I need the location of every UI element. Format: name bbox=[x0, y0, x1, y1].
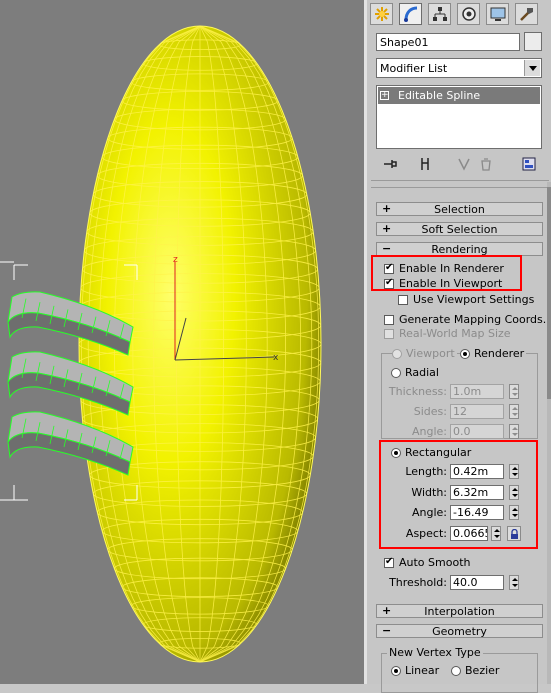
radial-angle-spinner bbox=[509, 424, 519, 439]
hierarchy-icon bbox=[432, 7, 447, 21]
thickness-field: 1.0m bbox=[450, 384, 504, 399]
stack-item-editable-spline[interactable]: + Editable Spline bbox=[378, 87, 540, 104]
checkbox-box[interactable] bbox=[398, 294, 408, 305]
motion-tab[interactable] bbox=[457, 3, 480, 25]
radial-radio[interactable]: Radial bbox=[391, 366, 439, 379]
remove-modifier-icon bbox=[481, 158, 491, 171]
rollout-sign: + bbox=[382, 222, 392, 235]
radio-label: Renderer bbox=[474, 347, 525, 360]
show-end-result-button[interactable] bbox=[415, 154, 435, 174]
radio-label: Linear bbox=[405, 664, 440, 677]
pin-stack-icon bbox=[384, 160, 397, 168]
radio-dot[interactable] bbox=[460, 348, 470, 359]
display-icon bbox=[490, 7, 505, 21]
show-end-result-icon bbox=[421, 158, 429, 170]
axis-z-label: z bbox=[173, 255, 178, 265]
hierarchy-tab[interactable] bbox=[428, 3, 451, 25]
spline-steps bbox=[7, 291, 134, 476]
object-color-swatch[interactable] bbox=[524, 32, 542, 51]
chevron-down-icon bbox=[524, 60, 540, 76]
rollout-title: Geometry bbox=[432, 624, 487, 638]
rollout-sign: + bbox=[382, 604, 392, 617]
create-tab[interactable] bbox=[370, 3, 393, 25]
rollout-sign: − bbox=[382, 242, 392, 255]
remove-modifier-button[interactable] bbox=[476, 154, 496, 174]
auto-smooth-checkbox[interactable]: Auto Smooth bbox=[384, 556, 470, 569]
scene-render: z x bbox=[0, 25, 322, 663]
modify-tab[interactable] bbox=[399, 3, 422, 25]
viewport-radio: Viewport bbox=[392, 347, 457, 360]
generate-mapping-coords-checkbox[interactable]: Generate Mapping Coords. bbox=[384, 313, 546, 326]
sides-label: Sides: bbox=[413, 405, 447, 418]
pin-stack-button[interactable] bbox=[380, 154, 400, 174]
real-world-map-size-checkbox: Real-World Map Size bbox=[384, 327, 511, 340]
checkbox-box bbox=[384, 328, 394, 339]
checkbox-box[interactable] bbox=[384, 557, 394, 568]
make-unique-icon bbox=[458, 158, 470, 171]
checkbox-label: Generate Mapping Coords. bbox=[399, 313, 547, 326]
threshold-label: Threshold: bbox=[389, 576, 447, 589]
create-icon bbox=[374, 7, 389, 21]
object-name-field[interactable]: Shape01 bbox=[376, 33, 520, 51]
renderer-radio[interactable]: Renderer bbox=[460, 347, 527, 360]
rollout-interpolation[interactable]: + Interpolation bbox=[376, 604, 543, 618]
stack-item-label: Editable Spline bbox=[398, 89, 481, 102]
panel-separator bbox=[371, 180, 549, 181]
panel-scrollbar-thumb[interactable] bbox=[547, 187, 551, 399]
motion-icon bbox=[461, 7, 476, 21]
modifier-list-dropdown[interactable]: Modifier List bbox=[376, 58, 542, 78]
command-panel-tabs bbox=[367, 0, 551, 28]
make-unique-button[interactable] bbox=[454, 154, 474, 174]
rollout-title: Soft Selection bbox=[421, 222, 498, 236]
radio-label: Bezier bbox=[465, 664, 500, 677]
perspective-viewport[interactable]: z x bbox=[0, 0, 364, 684]
sides-field: 12 bbox=[450, 404, 504, 419]
configure-modifier-sets-button[interactable] bbox=[519, 154, 539, 174]
display-tab[interactable] bbox=[486, 3, 509, 25]
thickness-label: Thickness: bbox=[388, 385, 447, 398]
threshold-field[interactable]: 40.0 bbox=[450, 575, 504, 590]
rollout-geometry[interactable]: − Geometry bbox=[376, 624, 543, 638]
rollout-title: Selection bbox=[434, 202, 485, 216]
highlight-enable-checkboxes bbox=[371, 255, 522, 291]
rollout-selection[interactable]: + Selection bbox=[376, 202, 543, 216]
checkbox-label: Real-World Map Size bbox=[399, 327, 511, 340]
radio-label: Radial bbox=[405, 366, 439, 379]
modify-icon bbox=[403, 6, 417, 22]
modifier-stack[interactable]: + Editable Spline bbox=[376, 85, 542, 149]
axis-x-label: x bbox=[273, 353, 279, 363]
utilities-icon bbox=[519, 8, 533, 21]
thickness-spinner bbox=[509, 384, 519, 399]
configure-modifier-sets-icon bbox=[522, 157, 536, 171]
rollout-sign: + bbox=[382, 202, 392, 215]
panel-separator bbox=[371, 187, 549, 188]
checkbox-box[interactable] bbox=[384, 314, 394, 325]
use-viewport-settings-checkbox[interactable]: Use Viewport Settings bbox=[398, 293, 534, 306]
threshold-spinner[interactable] bbox=[509, 575, 519, 590]
utilities-tab[interactable] bbox=[515, 3, 538, 25]
expand-icon[interactable]: + bbox=[380, 91, 389, 100]
highlight-rectangular-group bbox=[379, 440, 538, 549]
radial-angle-field: 0.0 bbox=[450, 424, 504, 439]
rollout-title: Rendering bbox=[431, 242, 488, 256]
modifier-list-label: Modifier List bbox=[380, 62, 448, 75]
radial-angle-label: Angle: bbox=[411, 425, 447, 438]
radio-label: Viewport bbox=[406, 347, 455, 360]
rollout-title: Interpolation bbox=[424, 604, 495, 618]
command-panel: Shape01 Modifier List + Editable Spline bbox=[367, 0, 551, 693]
radio-dot bbox=[392, 348, 402, 359]
rollout-rendering[interactable]: − Rendering bbox=[376, 242, 543, 256]
radio-dot[interactable] bbox=[451, 665, 461, 676]
new-vertex-type-label: New Vertex Type bbox=[387, 646, 483, 659]
checkbox-label: Auto Smooth bbox=[399, 556, 471, 569]
radio-dot[interactable] bbox=[391, 367, 401, 378]
rollout-sign: − bbox=[382, 624, 392, 637]
rollout-soft-selection[interactable]: + Soft Selection bbox=[376, 222, 543, 236]
sides-spinner bbox=[509, 404, 519, 419]
bezier-radio[interactable]: Bezier bbox=[451, 664, 499, 677]
linear-radio[interactable]: Linear bbox=[391, 664, 439, 677]
radio-dot[interactable] bbox=[391, 665, 401, 676]
stack-toolbar bbox=[376, 154, 542, 174]
checkbox-label: Use Viewport Settings bbox=[413, 293, 535, 306]
